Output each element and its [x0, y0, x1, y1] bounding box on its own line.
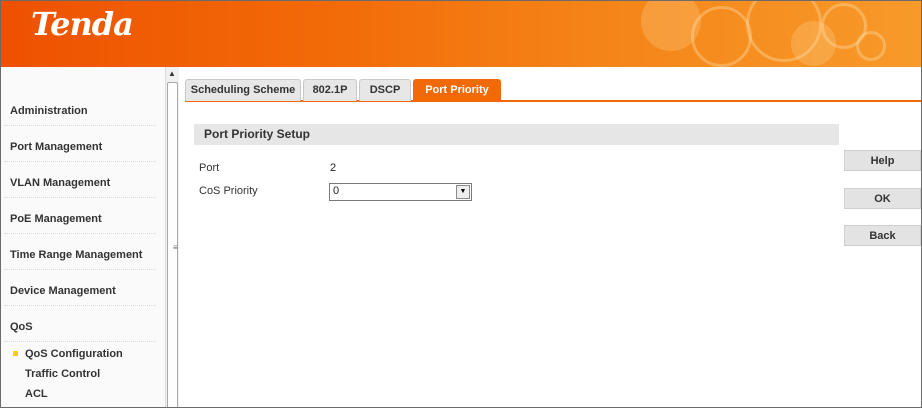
tab-bar: Scheduling Scheme 802.1P DSCP Port Prior… [185, 78, 921, 102]
sidebar-item-administration[interactable]: Administration [10, 105, 156, 117]
port-value: 2 [330, 162, 337, 174]
help-button[interactable]: Help [844, 150, 921, 171]
sidebar-item-qos[interactable]: QoS [10, 321, 156, 333]
decor-ring [856, 31, 886, 61]
tab-802-1p[interactable]: 802.1P [303, 79, 357, 101]
sidebar-scrollbar[interactable]: ▲ ≡ [165, 67, 179, 407]
tab-dscp[interactable]: DSCP [359, 79, 411, 101]
cos-priority-value: 0 [333, 185, 340, 197]
back-button[interactable]: Back [844, 225, 921, 246]
sidebar-divider [4, 269, 156, 270]
tab-port-priority[interactable]: Port Priority [413, 79, 501, 101]
app-frame: Tenda Administration Port Management VLA… [0, 0, 922, 408]
scroll-up-arrow-icon[interactable]: ▲ [167, 69, 177, 79]
cos-priority-select[interactable]: 0 ▼ [329, 183, 472, 201]
ok-button[interactable]: OK [844, 188, 921, 209]
sidebar-divider [4, 341, 156, 342]
sidebar-item-time-range-management[interactable]: Time Range Management [10, 249, 156, 261]
sidebar-item-device-management[interactable]: Device Management [10, 285, 156, 297]
port-label: Port [199, 162, 220, 174]
cos-priority-label: CoS Priority [199, 185, 258, 197]
panel-header: Port Priority Setup [194, 124, 839, 145]
scroll-grip-icon: ≡ [173, 243, 178, 252]
sidebar-subitem-acl[interactable]: ACL [25, 388, 48, 400]
sidebar-divider [4, 305, 156, 306]
chevron-down-icon[interactable]: ▼ [456, 185, 470, 199]
active-bullet-icon [13, 351, 18, 356]
sidebar-divider [4, 233, 156, 234]
header-banner: Tenda [1, 1, 921, 67]
sidebar-item-vlan-management[interactable]: VLAN Management [10, 177, 156, 189]
sidebar-subitem-qos-configuration[interactable]: QoS Configuration [25, 348, 123, 360]
sidebar-item-port-management[interactable]: Port Management [10, 141, 156, 153]
sidebar-subitem-traffic-control[interactable]: Traffic Control [25, 368, 100, 380]
tab-scheduling-scheme[interactable]: Scheduling Scheme [185, 79, 301, 101]
sidebar-divider [4, 197, 156, 198]
sidebar-divider [4, 125, 156, 126]
sidebar-nav: Administration Port Management VLAN Mana… [1, 67, 165, 407]
decor-ring [691, 6, 752, 67]
tenda-logo[interactable]: Tenda [31, 5, 134, 43]
sidebar-item-poe-management[interactable]: PoE Management [10, 213, 156, 225]
sidebar-divider [4, 161, 156, 162]
panel-title: Port Priority Setup [204, 127, 311, 141]
